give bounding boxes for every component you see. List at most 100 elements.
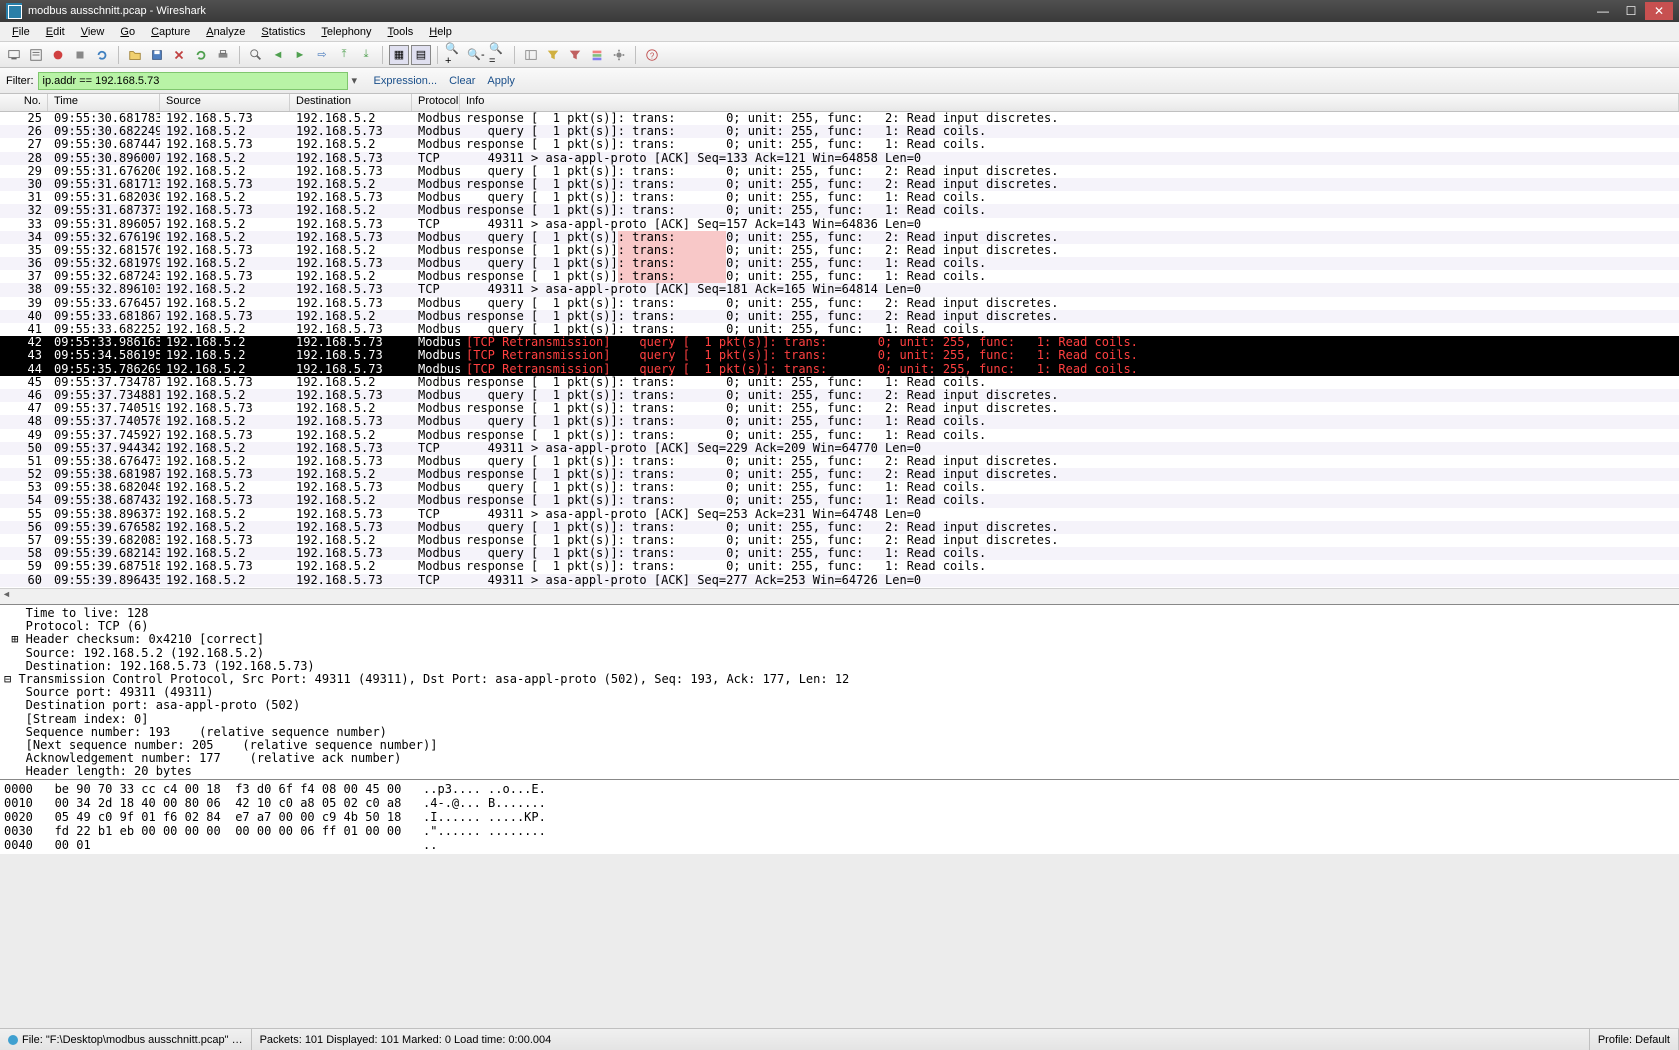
filter-clear-button[interactable]: Clear bbox=[445, 75, 479, 87]
packet-row[interactable]: 3509:55:32.681576192.168.5.73192.168.5.2… bbox=[0, 244, 1679, 257]
col-info[interactable]: Info bbox=[460, 94, 1679, 111]
find-icon[interactable] bbox=[246, 45, 266, 65]
resize-cols-icon[interactable] bbox=[521, 45, 541, 65]
packet-row[interactable]: 5809:55:39.682143192.168.5.2192.168.5.73… bbox=[0, 547, 1679, 560]
options-icon[interactable] bbox=[26, 45, 46, 65]
toolbar-divider bbox=[437, 46, 438, 64]
menu-statistics[interactable]: Statistics bbox=[253, 24, 313, 40]
packet-row[interactable]: 6009:55:39.896435192.168.5.2192.168.5.73… bbox=[0, 574, 1679, 587]
packet-row[interactable]: 5209:55:38.681987192.168.5.73192.168.5.2… bbox=[0, 468, 1679, 481]
menu-analyze[interactable]: Analyze bbox=[198, 24, 253, 40]
close-file-icon[interactable] bbox=[169, 45, 189, 65]
packet-row[interactable]: 3409:55:32.676190192.168.5.2192.168.5.73… bbox=[0, 231, 1679, 244]
packet-row[interactable]: 3709:55:32.687243192.168.5.73192.168.5.2… bbox=[0, 270, 1679, 283]
filter-dropdown-icon[interactable]: ▾ bbox=[352, 74, 366, 87]
zoom-out-icon[interactable]: 🔍- bbox=[466, 45, 486, 65]
filter-apply-button[interactable]: Apply bbox=[483, 75, 519, 87]
packet-list[interactable]: 2509:55:30.681783192.168.5.73192.168.5.2… bbox=[0, 112, 1679, 588]
last-icon[interactable]: ⤓ bbox=[356, 45, 376, 65]
packet-row[interactable]: 4109:55:33.682252192.168.5.2192.168.5.73… bbox=[0, 323, 1679, 336]
forward-icon[interactable]: ► bbox=[290, 45, 310, 65]
packet-row[interactable]: 3809:55:32.896103192.168.5.2192.168.5.73… bbox=[0, 283, 1679, 296]
packet-row[interactable]: 4809:55:37.740578192.168.5.2192.168.5.73… bbox=[0, 415, 1679, 428]
packet-row[interactable]: 2709:55:30.687447192.168.5.73192.168.5.2… bbox=[0, 138, 1679, 151]
packet-row[interactable]: 2909:55:31.676200192.168.5.2192.168.5.73… bbox=[0, 165, 1679, 178]
packet-row[interactable]: 3609:55:32.681979192.168.5.2192.168.5.73… bbox=[0, 257, 1679, 270]
interfaces-icon[interactable] bbox=[4, 45, 24, 65]
menu-file[interactable]: File bbox=[4, 24, 38, 40]
restart-capture-icon[interactable] bbox=[92, 45, 112, 65]
menu-capture[interactable]: Capture bbox=[143, 24, 198, 40]
packet-row[interactable]: 3909:55:33.676457192.168.5.2192.168.5.73… bbox=[0, 297, 1679, 310]
packet-row[interactable]: 5309:55:38.682048192.168.5.2192.168.5.73… bbox=[0, 481, 1679, 494]
menu-view[interactable]: View bbox=[73, 24, 113, 40]
packet-row[interactable]: 4009:55:33.681867192.168.5.73192.168.5.2… bbox=[0, 310, 1679, 323]
first-icon[interactable]: ⤒ bbox=[334, 45, 354, 65]
minimize-button[interactable]: — bbox=[1589, 2, 1617, 20]
reload-icon[interactable] bbox=[191, 45, 211, 65]
goto-icon[interactable]: ⇨ bbox=[312, 45, 332, 65]
col-no[interactable]: No. bbox=[0, 94, 48, 111]
statusbar: File: "F:\Desktop\modbus ausschnitt.pcap… bbox=[0, 1028, 1679, 1050]
open-icon[interactable] bbox=[125, 45, 145, 65]
packet-row[interactable]: 5709:55:39.682083192.168.5.73192.168.5.2… bbox=[0, 534, 1679, 547]
packet-row[interactable]: 4509:55:37.734787192.168.5.73192.168.5.2… bbox=[0, 376, 1679, 389]
col-source[interactable]: Source bbox=[160, 94, 290, 111]
packet-row[interactable]: 2809:55:30.896007192.168.5.2192.168.5.73… bbox=[0, 152, 1679, 165]
packet-row[interactable]: 2609:55:30.682249192.168.5.2192.168.5.73… bbox=[0, 125, 1679, 138]
horizontal-scrollbar[interactable] bbox=[0, 588, 1679, 604]
packet-row[interactable]: 4609:55:37.734881192.168.5.2192.168.5.73… bbox=[0, 389, 1679, 402]
packet-row[interactable]: 3209:55:31.687373192.168.5.73192.168.5.2… bbox=[0, 204, 1679, 217]
col-time[interactable]: Time bbox=[48, 94, 160, 111]
packet-row[interactable]: 5009:55:37.944342192.168.5.2192.168.5.73… bbox=[0, 442, 1679, 455]
menu-go[interactable]: Go bbox=[112, 24, 143, 40]
packet-row[interactable]: 4309:55:34.586195192.168.5.2192.168.5.73… bbox=[0, 349, 1679, 362]
filter-expression-button[interactable]: Expression... bbox=[370, 75, 442, 87]
coloring-rules-icon[interactable] bbox=[587, 45, 607, 65]
start-capture-icon[interactable] bbox=[48, 45, 68, 65]
autoscroll-icon[interactable]: ▤ bbox=[411, 45, 431, 65]
menu-help[interactable]: Help bbox=[421, 24, 460, 40]
preferences-icon[interactable] bbox=[609, 45, 629, 65]
col-protocol[interactable]: Protocol bbox=[412, 94, 460, 111]
capture-filter-icon[interactable] bbox=[543, 45, 563, 65]
packet-row[interactable]: 4709:55:37.740519192.168.5.73192.168.5.2… bbox=[0, 402, 1679, 415]
zoom-fit-icon[interactable]: 🔍= bbox=[488, 45, 508, 65]
packet-detail-pane[interactable]: Time to live: 128 Protocol: TCP (6) ⊞ He… bbox=[0, 605, 1679, 780]
packet-row[interactable]: 4409:55:35.786269192.168.5.2192.168.5.73… bbox=[0, 363, 1679, 376]
packet-row[interactable]: 3109:55:31.682030192.168.5.2192.168.5.73… bbox=[0, 191, 1679, 204]
print-icon[interactable] bbox=[213, 45, 233, 65]
status-profile[interactable]: Profile: Default bbox=[1590, 1029, 1679, 1050]
zoom-in-icon[interactable]: 🔍+ bbox=[444, 45, 464, 65]
back-icon[interactable]: ◄ bbox=[268, 45, 288, 65]
display-filter-icon[interactable] bbox=[565, 45, 585, 65]
toolbar-divider bbox=[239, 46, 240, 64]
save-icon[interactable] bbox=[147, 45, 167, 65]
stop-capture-icon[interactable] bbox=[70, 45, 90, 65]
packet-row[interactable]: 4909:55:37.745927192.168.5.73192.168.5.2… bbox=[0, 429, 1679, 442]
menu-tools[interactable]: Tools bbox=[380, 24, 422, 40]
maximize-button[interactable]: ☐ bbox=[1617, 2, 1645, 20]
packet-row[interactable]: 3009:55:31.681713192.168.5.73192.168.5.2… bbox=[0, 178, 1679, 191]
menu-telephony[interactable]: Telephony bbox=[313, 24, 379, 40]
packet-row[interactable]: 5509:55:38.896373192.168.5.2192.168.5.73… bbox=[0, 508, 1679, 521]
menu-edit[interactable]: Edit bbox=[38, 24, 73, 40]
toolbar-divider bbox=[635, 46, 636, 64]
status-dot-icon bbox=[8, 1035, 18, 1045]
app-icon bbox=[6, 3, 22, 19]
help-icon[interactable]: ? bbox=[642, 45, 662, 65]
packet-row[interactable]: 5409:55:38.687432192.168.5.73192.168.5.2… bbox=[0, 494, 1679, 507]
packet-bytes-pane[interactable]: 0000 be 90 70 33 cc c4 00 18 f3 d0 6f f4… bbox=[0, 780, 1679, 854]
packet-row[interactable]: 2509:55:30.681783192.168.5.73192.168.5.2… bbox=[0, 112, 1679, 125]
packet-row[interactable]: 5609:55:39.676582192.168.5.2192.168.5.73… bbox=[0, 521, 1679, 534]
packet-row[interactable]: 3309:55:31.896057192.168.5.2192.168.5.73… bbox=[0, 218, 1679, 231]
packet-row[interactable]: 5109:55:38.676473192.168.5.2192.168.5.73… bbox=[0, 455, 1679, 468]
filter-bar: Filter: ▾ Expression... Clear Apply bbox=[0, 68, 1679, 94]
col-destination[interactable]: Destination bbox=[290, 94, 412, 111]
filter-input[interactable] bbox=[38, 72, 348, 90]
packet-row[interactable]: 5909:55:39.687518192.168.5.73192.168.5.2… bbox=[0, 560, 1679, 573]
close-button[interactable]: ✕ bbox=[1645, 2, 1673, 20]
packet-row[interactable]: 4209:55:33.986163192.168.5.2192.168.5.73… bbox=[0, 336, 1679, 349]
colorize-icon[interactable]: ▦ bbox=[389, 45, 409, 65]
toolbar: ◄ ► ⇨ ⤒ ⤓ ▦ ▤ 🔍+ 🔍- 🔍= ? bbox=[0, 42, 1679, 68]
